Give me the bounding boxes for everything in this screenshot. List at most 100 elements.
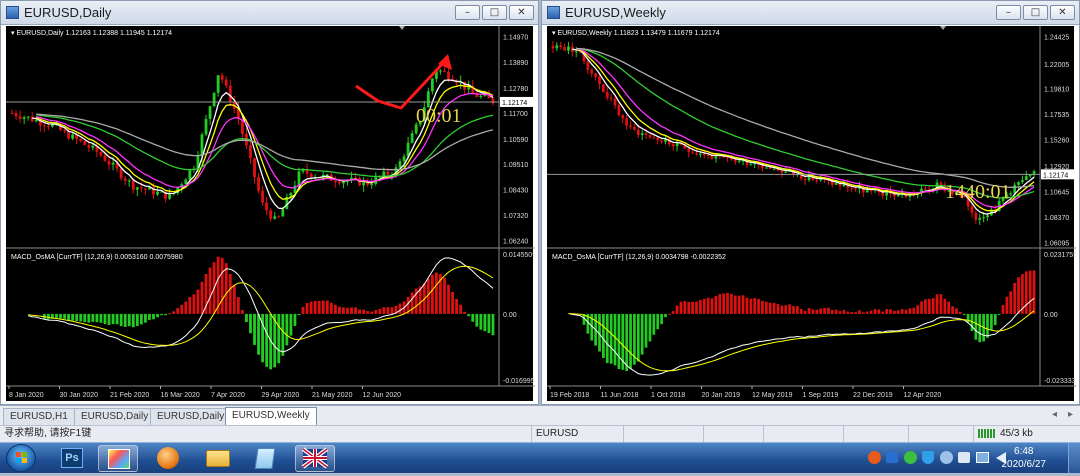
macd-histogram-bar — [240, 310, 244, 314]
start-orb-icon[interactable] — [6, 444, 36, 472]
minimize-button[interactable]: – — [455, 5, 480, 20]
taskbar-paint[interactable] — [98, 445, 138, 472]
macd-histogram-bar — [947, 301, 951, 314]
tray-flag-icon[interactable] — [958, 452, 970, 463]
notepad-icon — [254, 448, 276, 469]
macd-histogram-bar — [990, 313, 993, 331]
tray-network-status-icon[interactable] — [976, 452, 989, 463]
price-tick-label: 1.08370 — [1044, 215, 1069, 222]
macd-histogram-bar — [164, 313, 168, 316]
macd-tick-label: -0.0233338 — [1044, 378, 1076, 385]
tab-scroll-left-icon[interactable]: ◂ — [1052, 409, 1057, 420]
macd-histogram-bar — [931, 298, 935, 314]
candle-body — [939, 182, 943, 185]
candle-body — [567, 46, 570, 51]
macd-histogram-bar — [733, 295, 737, 314]
close-button[interactable]: ✕ — [509, 5, 534, 20]
chart-canvas[interactable]: 1.12174 1.14970 1.13890 1.12780 1.11700 1.105… — [6, 26, 535, 403]
tray-network-icon[interactable] — [904, 451, 917, 464]
macd-histogram-bar — [776, 304, 780, 314]
candle-body — [625, 118, 629, 126]
macd-histogram-bar — [889, 309, 892, 314]
candle-body — [605, 91, 609, 98]
price-tick-label: 1.19810 — [1044, 86, 1069, 93]
candle-body — [629, 125, 632, 127]
macd-histogram-bar — [966, 313, 970, 323]
macd-histogram-bar — [962, 313, 966, 315]
candle-body — [970, 206, 974, 213]
taskbar-photoshop[interactable]: Ps — [52, 445, 92, 472]
macd-histogram-bar — [660, 313, 663, 325]
chart-window-daily[interactable]: EURUSD,Daily – □ ✕ 1.12174 1.14970 1.13890… — [0, 0, 539, 405]
title-bar[interactable]: EURUSD,Daily – □ ✕ — [1, 1, 538, 25]
macd-histogram-bar — [993, 313, 997, 326]
taskbar-folder[interactable] — [198, 445, 238, 472]
candle-body — [586, 61, 590, 70]
macd-histogram-bar — [974, 313, 978, 340]
macd-histogram-bar — [951, 306, 954, 314]
candle-body — [896, 194, 900, 197]
macd-histogram-bar — [764, 301, 768, 314]
date-tick-label: 1 Oct 2018 — [651, 392, 685, 399]
tab-eurusd-daily-1[interactable]: EURUSD,Daily — [74, 408, 156, 425]
macd-tick-label: 0.0231755 — [1044, 252, 1076, 259]
macd-histogram-bar — [854, 312, 857, 314]
candle-body — [652, 137, 656, 139]
price-tick-label: 1.08430 — [503, 187, 528, 194]
macd-histogram-bar — [861, 312, 865, 314]
macd-histogram-bar — [459, 304, 463, 314]
candle-body — [1032, 171, 1036, 175]
taskbar-metatrader[interactable] — [295, 445, 335, 472]
price-tick-label: 1.10645 — [1044, 190, 1069, 197]
show-desktop-button[interactable] — [1068, 443, 1080, 473]
macd-histogram-bar — [749, 298, 753, 314]
tray-sogou-icon[interactable] — [868, 451, 881, 464]
macd-histogram-bar — [346, 307, 349, 314]
taskbar-app-orange[interactable] — [148, 445, 188, 472]
macd-histogram-bar — [997, 313, 1001, 315]
macd-histogram-bar — [483, 313, 487, 332]
maximize-button[interactable]: □ — [482, 5, 507, 20]
macd-histogram-bar — [664, 313, 667, 318]
candle-body — [706, 154, 710, 156]
tab-eurusd-h1[interactable]: EURUSD,H1 — [3, 408, 75, 425]
tray-settings-icon[interactable] — [940, 451, 953, 464]
candle-body — [768, 167, 772, 169]
candle-body — [927, 188, 931, 190]
chart-canvas[interactable]: 1.12174 1.24425 1.22005 1.19810 1.17535 1.152… — [547, 26, 1076, 403]
macd-histogram-bar — [123, 313, 127, 327]
macd-histogram-bar — [904, 309, 908, 314]
title-bar[interactable]: EURUSD,Weekly – □ ✕ — [542, 1, 1079, 25]
candle-body — [602, 84, 605, 92]
macd-histogram-bar — [602, 313, 605, 358]
maximize-button[interactable]: □ — [1023, 5, 1048, 20]
chart-area[interactable]: 1.12174 1.24425 1.22005 1.19810 1.17535 1.152… — [547, 26, 1076, 403]
tray-shield-icon[interactable] — [922, 451, 934, 464]
tab-eurusd-weekly[interactable]: EURUSD,Weekly — [225, 407, 317, 426]
connection-status[interactable]: 45/3 kb — [973, 426, 1080, 443]
price-tick-label: 1.15260 — [1044, 138, 1069, 145]
close-button[interactable]: ✕ — [1050, 5, 1075, 20]
tab-scroll-right-icon[interactable]: ▸ — [1068, 409, 1073, 420]
candle-body — [443, 70, 446, 72]
minimize-button[interactable]: – — [996, 5, 1021, 20]
candle-body — [34, 119, 38, 122]
macd-histogram-bar — [838, 310, 842, 314]
macd-histogram-bar — [772, 302, 776, 314]
candle-body — [815, 180, 819, 182]
tray-pinyin-icon[interactable] — [886, 452, 898, 463]
macd-histogram-bar — [172, 311, 176, 314]
candle-body — [14, 113, 18, 117]
macd-histogram-bar — [1017, 277, 1020, 314]
tray-clock[interactable]: 6:48 2020/6/27 — [1002, 445, 1047, 471]
tab-eurusd-daily-2[interactable]: EURUSD,Daily — [150, 408, 232, 425]
chart-window-weekly[interactable]: EURUSD,Weekly – □ ✕ 1.12174 1.24425 1.2200… — [541, 0, 1080, 405]
macd-histogram-bar — [410, 292, 414, 314]
bar-timer: 00:01 — [416, 105, 462, 127]
taskbar-notepad[interactable] — [246, 445, 286, 472]
macd-histogram-bar — [908, 308, 912, 314]
chart-area[interactable]: 1.12174 1.14970 1.13890 1.12780 1.11700 1.105… — [6, 26, 535, 403]
macd-histogram-bar — [799, 308, 803, 314]
price-tick-label: 1.14970 — [503, 35, 528, 42]
price-tick-label: 1.12780 — [503, 86, 528, 93]
